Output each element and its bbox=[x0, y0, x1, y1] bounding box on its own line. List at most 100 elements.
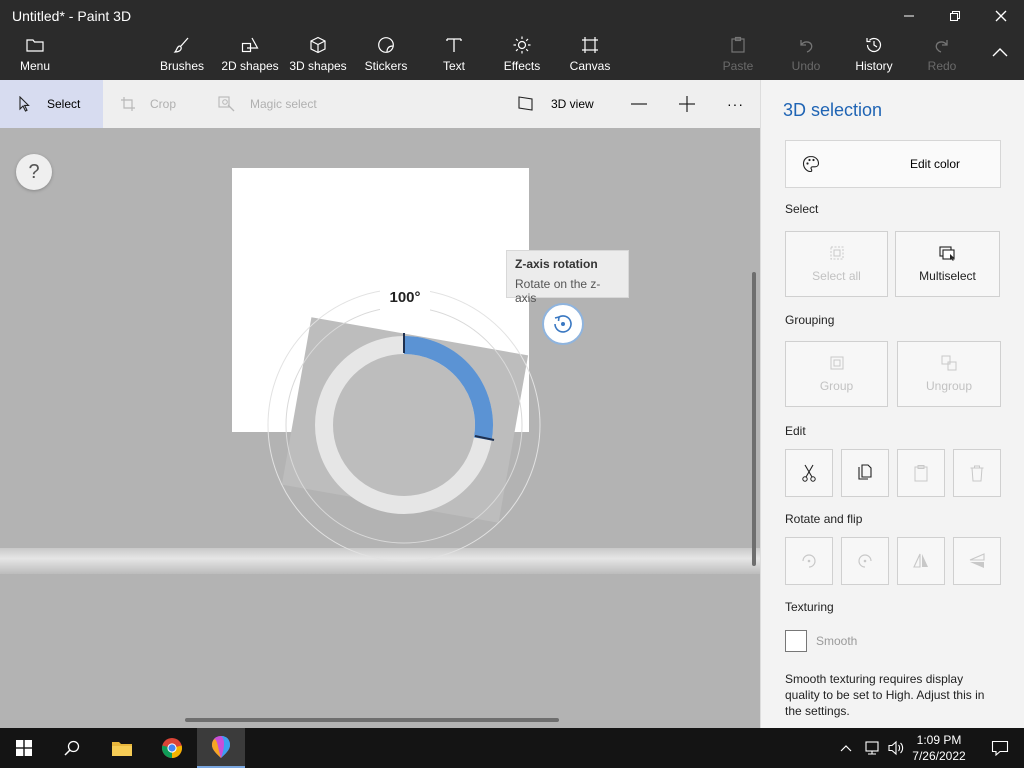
delete-button[interactable] bbox=[953, 449, 1001, 497]
minimize-button[interactable] bbox=[886, 0, 932, 32]
select-heading: Select bbox=[785, 202, 819, 216]
rotate-flip-heading: Rotate and flip bbox=[785, 512, 863, 526]
history-button[interactable]: History bbox=[839, 36, 909, 76]
select-all-label: Select all bbox=[812, 269, 861, 283]
magic-select-button[interactable]: Magic select bbox=[218, 80, 317, 128]
multiselect-label: Multiselect bbox=[919, 269, 976, 283]
shapes-2d-icon bbox=[241, 37, 259, 53]
notification-icon bbox=[991, 740, 1009, 756]
canvas-tab[interactable]: Canvas bbox=[555, 36, 625, 76]
restore-button[interactable] bbox=[932, 0, 978, 32]
group-icon bbox=[829, 355, 845, 371]
start-button[interactable] bbox=[0, 728, 48, 768]
zoom-out-button[interactable] bbox=[630, 80, 648, 128]
menu-button[interactable]: Menu bbox=[0, 36, 70, 76]
paste-label: Paste bbox=[722, 59, 754, 73]
shapes-2d-tab[interactable]: 2D shapes bbox=[215, 36, 285, 76]
collapse-ribbon-button[interactable] bbox=[965, 44, 1024, 84]
rotate-right-button[interactable] bbox=[841, 537, 889, 585]
group-button[interactable]: Group bbox=[785, 341, 888, 407]
search-button[interactable] bbox=[48, 728, 96, 768]
properties-panel: 3D selection Edit color Select Select al… bbox=[760, 80, 1024, 728]
select-tool-button[interactable]: Select bbox=[0, 80, 103, 128]
effects-tab[interactable]: Effects bbox=[487, 36, 557, 76]
panel-title: 3D selection bbox=[783, 100, 883, 120]
grouping-heading: Grouping bbox=[785, 313, 835, 327]
view-3d-label: 3D view bbox=[551, 97, 594, 111]
canvas-label: Canvas bbox=[569, 59, 611, 73]
network-button[interactable] bbox=[860, 728, 884, 768]
brushes-label: Brushes bbox=[159, 59, 205, 73]
brushes-tab[interactable]: Brushes bbox=[147, 36, 217, 76]
multiselect-button[interactable]: Multiselect bbox=[895, 231, 1000, 297]
show-hidden-icons-button[interactable] bbox=[836, 728, 856, 768]
clock-time: 1:09 PM bbox=[916, 733, 962, 747]
undo-label: Undo bbox=[791, 59, 821, 73]
smooth-checkbox[interactable] bbox=[785, 630, 807, 652]
paste-icon bbox=[731, 36, 745, 53]
help-button[interactable]: ? bbox=[16, 154, 52, 190]
zoom-in-button[interactable] bbox=[678, 80, 696, 128]
smooth-label: Smooth bbox=[816, 634, 858, 648]
paint-3d-icon bbox=[212, 736, 230, 758]
clock-date: 7/26/2022 bbox=[912, 749, 966, 763]
restore-icon bbox=[950, 11, 960, 21]
cut-button[interactable] bbox=[785, 449, 833, 497]
system-clock[interactable]: 1:09 PM 7/26/2022 bbox=[908, 732, 970, 764]
ungroup-label: Ungroup bbox=[925, 379, 973, 393]
menu-label: Menu bbox=[19, 59, 51, 73]
shapes-3d-tab[interactable]: 3D shapes bbox=[283, 36, 353, 76]
rotate-right-icon bbox=[858, 554, 872, 568]
floor-plane bbox=[0, 548, 760, 574]
folder-icon bbox=[26, 39, 44, 52]
edit-heading: Edit bbox=[785, 424, 806, 438]
crop-icon bbox=[120, 96, 136, 112]
copy-icon bbox=[858, 464, 872, 480]
stickers-tab[interactable]: Stickers bbox=[351, 36, 421, 76]
close-button[interactable] bbox=[978, 0, 1024, 32]
history-label: History bbox=[855, 59, 893, 73]
speaker-icon bbox=[888, 740, 904, 756]
crop-button[interactable]: Crop bbox=[120, 80, 176, 128]
window-title: Untitled* - Paint 3D bbox=[12, 8, 132, 24]
volume-button[interactable] bbox=[884, 728, 908, 768]
paint-3d-taskbar-button[interactable] bbox=[197, 728, 245, 768]
text-label: Text bbox=[442, 59, 465, 73]
select-all-button[interactable]: Select all bbox=[785, 231, 888, 297]
z-axis-tooltip: Z-axis rotation Rotate on the z-axis bbox=[506, 250, 629, 305]
undo-icon bbox=[800, 40, 813, 53]
copy-button[interactable] bbox=[841, 449, 889, 497]
paste-panel-button[interactable] bbox=[897, 449, 945, 497]
action-center-button[interactable] bbox=[976, 728, 1024, 768]
magic-select-label: Magic select bbox=[250, 97, 317, 111]
more-options-button[interactable]: ··· bbox=[727, 80, 744, 128]
file-explorer-button[interactable] bbox=[98, 728, 146, 768]
rotate-left-button[interactable] bbox=[785, 537, 833, 585]
chrome-button[interactable] bbox=[148, 728, 196, 768]
windows-icon bbox=[16, 740, 32, 756]
effects-label: Effects bbox=[503, 59, 541, 73]
rotate-left-icon bbox=[802, 554, 816, 568]
rotate-icon bbox=[554, 315, 572, 333]
paste-button[interactable]: Paste bbox=[703, 36, 773, 76]
text-tab[interactable]: Text bbox=[419, 36, 489, 76]
ungroup-button[interactable]: Ungroup bbox=[897, 341, 1001, 407]
tooltip-description: Rotate on the z-axis bbox=[515, 277, 601, 305]
edit-color-button[interactable]: Edit color bbox=[785, 140, 1001, 188]
undo-button[interactable]: Undo bbox=[771, 36, 841, 76]
smooth-texturing-note: Smooth texturing requires display qualit… bbox=[785, 672, 985, 718]
vertical-scrollbar[interactable] bbox=[752, 272, 756, 566]
view-3d-button[interactable]: 3D view bbox=[518, 80, 594, 128]
rotation-degrees-label: 100° bbox=[380, 280, 430, 314]
tool-options-bar: Select Crop Magic select 3D view ··· bbox=[0, 80, 760, 128]
flip-vertical-button[interactable] bbox=[897, 537, 945, 585]
shapes-2d-label: 2D shapes bbox=[221, 59, 279, 73]
z-axis-rotation-handle[interactable] bbox=[542, 303, 584, 345]
texturing-heading: Texturing bbox=[785, 600, 834, 614]
flip-horizontal-button[interactable] bbox=[953, 537, 1001, 585]
shapes-3d-label: 3D shapes bbox=[289, 59, 347, 73]
paste-icon bbox=[914, 465, 928, 482]
redo-label: Redo bbox=[927, 59, 957, 73]
horizontal-scrollbar[interactable] bbox=[185, 718, 559, 722]
file-explorer-icon bbox=[112, 742, 132, 756]
